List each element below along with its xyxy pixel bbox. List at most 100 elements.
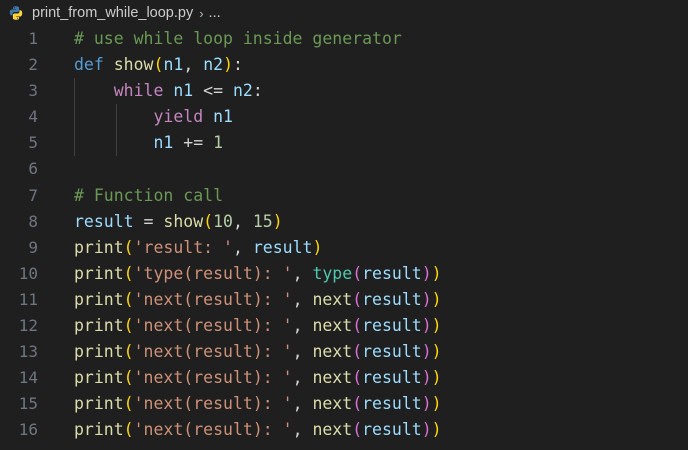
code-text: print('next(result): ', next(result)) (74, 417, 442, 443)
code-line[interactable]: 12 print('next(result): ', next(result)) (0, 313, 688, 339)
code-text: def show(n1, n2): (74, 52, 243, 78)
code-token: result (362, 368, 422, 388)
code-token: ) (421, 420, 432, 440)
code-text: print('next(result): ', next(result)) (74, 339, 442, 365)
code-line[interactable]: 2 def show(n1, n2): (0, 52, 688, 78)
code-text: yield n1 (74, 104, 233, 130)
code-token: , (292, 342, 313, 362)
line-number: 2 (28, 55, 38, 75)
code-token: ) (431, 289, 442, 309)
code-token: next (312, 289, 353, 309)
chevron-right-icon: › (199, 5, 204, 21)
code-editor[interactable]: 1 # use while loop inside generator 2 def s… (0, 26, 688, 444)
code-token: n2 (203, 55, 224, 75)
code-token: ) (431, 342, 442, 362)
code-token: ( (352, 394, 363, 414)
code-token: ) (431, 368, 442, 388)
code-line[interactable]: 11 print('next(result): ', next(result)) (0, 287, 688, 313)
breadcrumb-file-name[interactable]: print_from_while_loop.py (32, 5, 193, 21)
line-number: 7 (28, 185, 38, 205)
code-line[interactable]: 14 print('next(result): ', next(result)) (0, 365, 688, 391)
code-line[interactable]: 1 # use while loop inside generator (0, 26, 688, 52)
code-token: ) (431, 420, 442, 440)
code-token: ( (123, 342, 134, 362)
code-token: ( (123, 420, 134, 440)
code-line[interactable]: 5 n1 += 1 (0, 130, 688, 157)
code-token: ( (352, 342, 363, 362)
line-number: 6 (28, 159, 38, 179)
code-token: ( (352, 420, 363, 440)
code-token: 15 (252, 211, 273, 231)
code-line[interactable]: 8 result = show(10, 15) (0, 209, 688, 235)
code-token: # Function call (74, 185, 224, 205)
code-token: 'next(result): ' (133, 289, 293, 309)
line-number: 15 (18, 394, 38, 414)
code-token: n2 (232, 81, 253, 101)
code-line[interactable]: 3 while n1 <= n2: (0, 78, 688, 105)
code-text: while n1 <= n2: (74, 78, 263, 104)
code-token: ( (352, 316, 363, 336)
line-number: 10 (18, 263, 38, 283)
code-token: next (312, 316, 353, 336)
code-line[interactable]: 4 yield n1 (0, 104, 688, 131)
line-number: 11 (18, 289, 38, 309)
code-token: ) (431, 316, 442, 336)
python-icon (8, 5, 24, 21)
line-number: 16 (18, 420, 38, 440)
code-token: : (233, 55, 243, 75)
code-line[interactable]: 7 # Function call (0, 183, 688, 209)
code-token: ) (431, 394, 442, 414)
code-token: while (113, 81, 164, 101)
code-token: print (74, 289, 124, 309)
code-text: print('result: ', result) (74, 235, 322, 261)
line-number: 12 (18, 316, 38, 336)
code-token: print (74, 368, 124, 388)
code-token: ( (123, 237, 134, 257)
code-token: , (292, 368, 313, 388)
code-token: 'next(result): ' (133, 368, 293, 388)
code-token: ) (421, 394, 432, 414)
code-token: next (312, 368, 353, 388)
code-token: result (362, 316, 422, 336)
code-token: next (312, 342, 353, 362)
code-token: : (252, 81, 263, 101)
code-token: n1 (173, 81, 194, 101)
code-token: show (163, 211, 204, 231)
code-token: <= (193, 81, 233, 101)
breadcrumb-more[interactable]: ... (209, 5, 221, 21)
code-token: 'type(result): ' (133, 263, 293, 283)
code-line[interactable]: 13 print('next(result): ', next(result)) (0, 339, 688, 365)
code-token: ( (352, 289, 363, 309)
code-token: , (292, 394, 313, 414)
line-number: 1 (28, 29, 38, 48)
code-token: ) (421, 342, 432, 362)
code-line[interactable]: 6 (0, 156, 688, 182)
code-token: ( (153, 55, 164, 75)
code-token: n1 (213, 107, 233, 127)
code-token: 'next(result): ' (133, 342, 293, 362)
code-token: result (362, 342, 422, 362)
code-token: ) (421, 368, 432, 388)
code-token: , (292, 263, 313, 283)
code-line[interactable]: 9 print('result: ', result) (0, 235, 688, 261)
code-token: , (292, 420, 313, 440)
code-token: ) (431, 263, 442, 283)
code-line[interactable]: 15 print('next(result): ', next(result)) (0, 391, 688, 417)
code-token: result (74, 211, 134, 231)
code-token: = (133, 211, 164, 231)
code-token: ) (421, 289, 432, 309)
code-token: result (362, 263, 422, 283)
code-token: , (232, 237, 253, 257)
code-token: ( (123, 263, 134, 283)
code-line[interactable]: 10 print('type(result): ', type(result)) (0, 261, 688, 287)
code-token: result (362, 289, 422, 309)
code-token: , (292, 316, 313, 336)
code-text: print('next(result): ', next(result)) (74, 391, 442, 417)
code-token: 'next(result): ' (133, 316, 293, 336)
code-token: ) (312, 237, 323, 257)
code-token: print (74, 237, 124, 257)
code-line[interactable]: 16 print('next(result): ', next(result)) (0, 417, 688, 443)
code-token: n1 (163, 55, 184, 75)
